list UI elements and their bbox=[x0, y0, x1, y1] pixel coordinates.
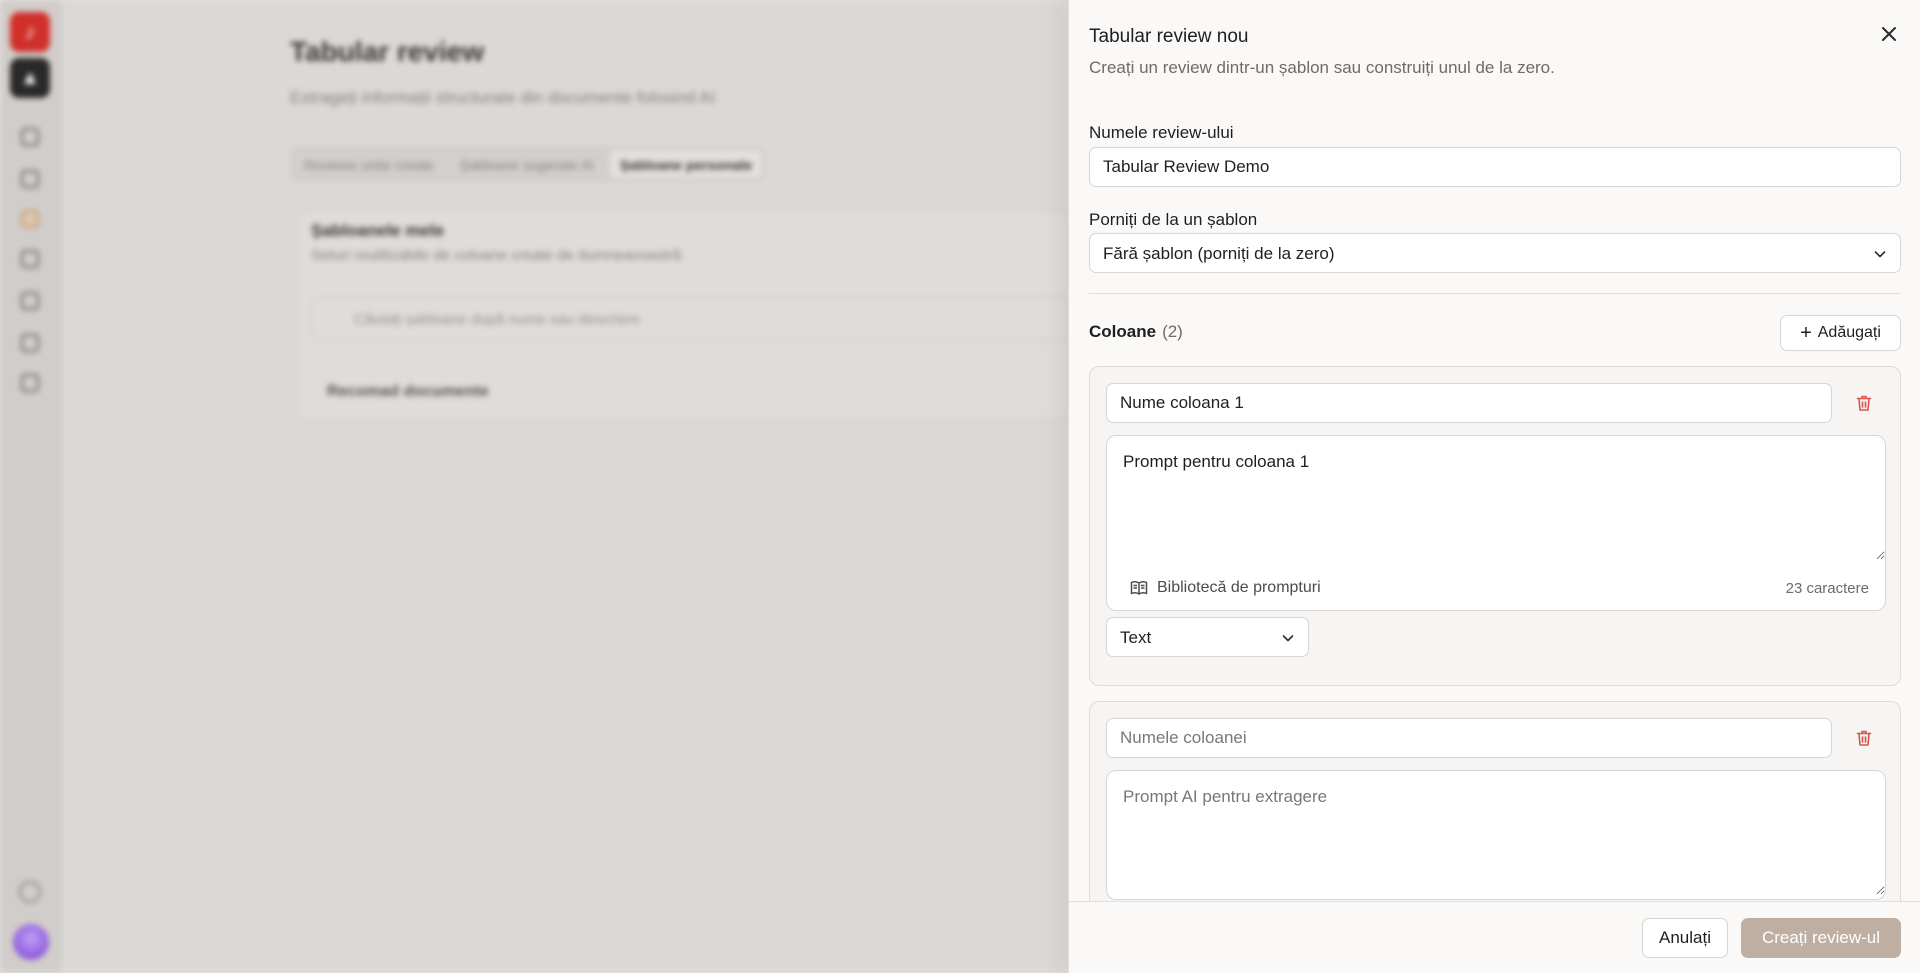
prompt-textarea[interactable]: Prompt pentru coloana 1 bbox=[1107, 436, 1885, 560]
create-review-button[interactable]: Creați review-ul bbox=[1741, 918, 1901, 958]
trash-icon[interactable] bbox=[1854, 728, 1874, 748]
close-button[interactable] bbox=[1877, 22, 1901, 46]
template-select-value: Fără șablon (porniți de la zero) bbox=[1103, 244, 1335, 263]
template-label: Porniți de la un șablon bbox=[1089, 210, 1258, 229]
char-count: 23 caractere bbox=[1785, 580, 1869, 597]
modal-overlay[interactable] bbox=[0, 0, 1068, 973]
chevron-down-icon bbox=[1282, 635, 1294, 642]
prompt-box: Prompt pentru coloana 1 Bibliotecă de pr… bbox=[1106, 435, 1886, 611]
plus-icon: + bbox=[1800, 322, 1812, 344]
prompt-library-label: Bibliotecă de prompturi bbox=[1157, 579, 1321, 596]
cancel-button[interactable]: Anulați bbox=[1642, 918, 1728, 958]
column-name-input[interactable] bbox=[1106, 383, 1832, 423]
prompt-library-button[interactable]: Bibliotecă de prompturi bbox=[1129, 578, 1321, 598]
trash-icon[interactable] bbox=[1854, 393, 1874, 413]
template-select[interactable]: Fără șablon (porniți de la zero) bbox=[1089, 233, 1901, 273]
columns-heading: Coloane (2) bbox=[1089, 322, 1183, 342]
divider bbox=[1089, 293, 1901, 294]
drawer-footer: Anulați Creați review-ul bbox=[1069, 901, 1920, 973]
column-name-input[interactable] bbox=[1106, 718, 1832, 758]
background-app: ♪ ▲ Tabular review Extrageți informații … bbox=[0, 0, 1071, 973]
new-review-drawer: Tabular review nou Creați un review dint… bbox=[1068, 0, 1920, 973]
review-name-input[interactable] bbox=[1089, 147, 1901, 187]
column-type-select[interactable]: Text bbox=[1106, 617, 1309, 657]
column-type-value: Text bbox=[1120, 628, 1152, 647]
prompt-textarea[interactable] bbox=[1107, 771, 1885, 895]
prompt-footer: Bibliotecă de prompturi 23 caractere bbox=[1107, 566, 1885, 610]
columns-heading-label: Coloane bbox=[1089, 322, 1157, 341]
add-column-label: Adăugați bbox=[1817, 324, 1881, 341]
add-column-button[interactable]: + Adăugați bbox=[1780, 315, 1901, 351]
review-name-label: Numele review-ului bbox=[1089, 123, 1234, 142]
columns-count: (2) bbox=[1162, 322, 1183, 341]
column-card-1: Prompt pentru coloana 1 Bibliotecă de pr… bbox=[1089, 366, 1901, 686]
book-icon bbox=[1130, 581, 1148, 595]
chevron-down-icon bbox=[1874, 251, 1886, 258]
close-icon bbox=[1882, 27, 1896, 41]
drawer-title: Tabular review nou bbox=[1089, 26, 1249, 47]
drawer-description: Creați un review dintr-un șablon sau con… bbox=[1089, 58, 1555, 77]
prompt-box bbox=[1106, 770, 1886, 900]
